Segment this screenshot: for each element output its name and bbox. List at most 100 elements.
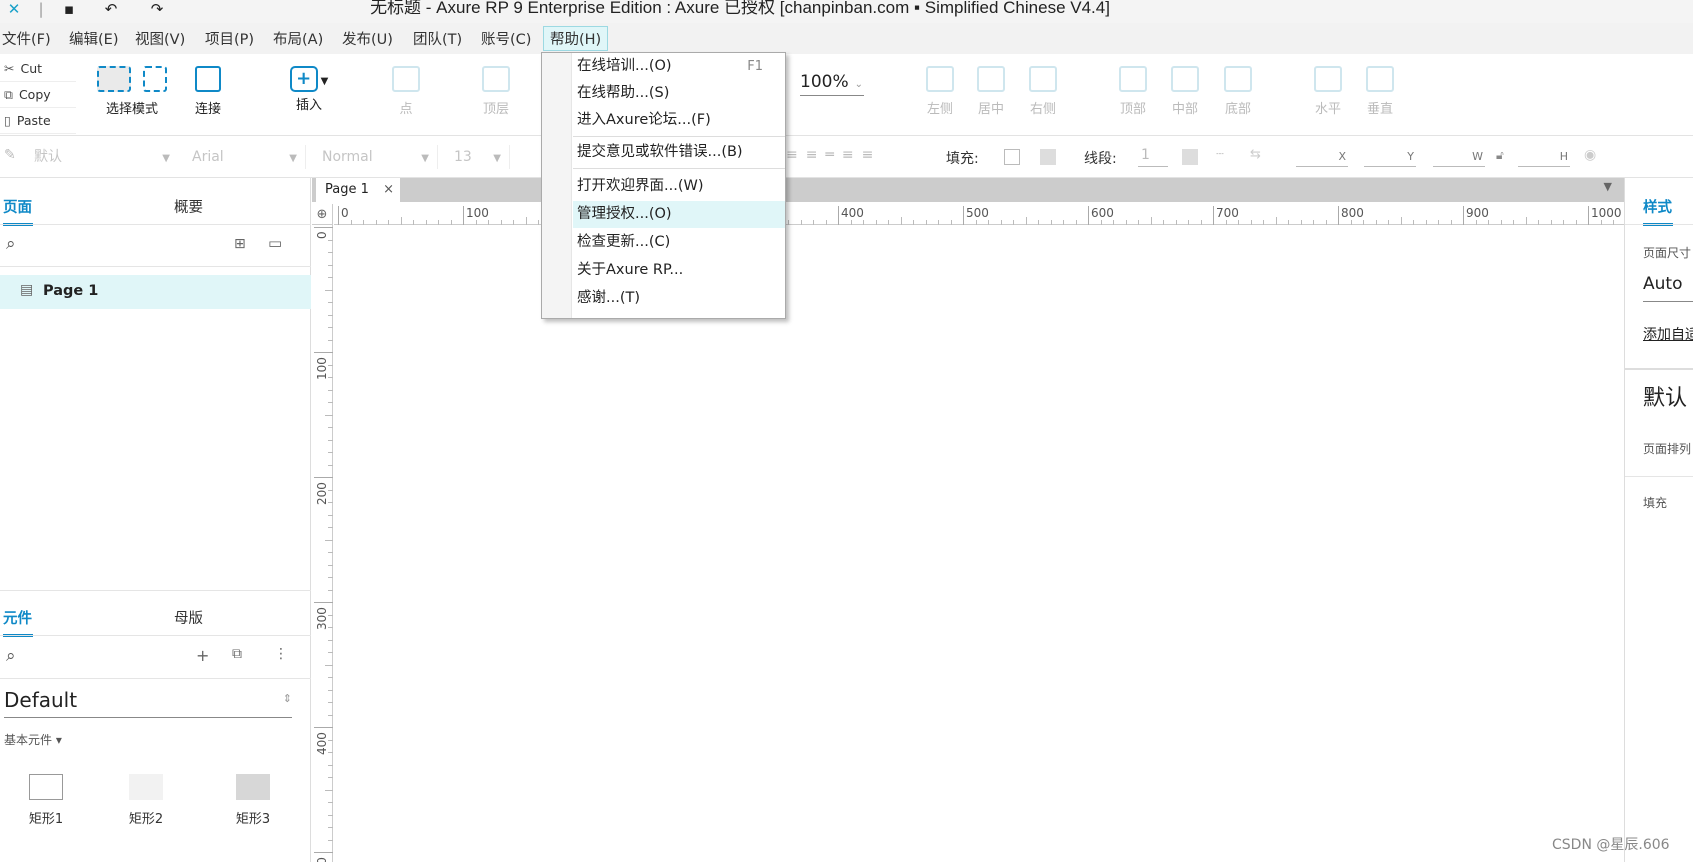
connect-button[interactable]: 连接 xyxy=(188,66,228,117)
eye-icon[interactable]: ◉ xyxy=(1584,147,1596,163)
widget-rect1[interactable]: 矩形1 xyxy=(16,774,76,827)
distribute-vertical-button[interactable]: 垂直 xyxy=(1362,66,1398,117)
ruler-minor-tick xyxy=(325,539,333,541)
distribute-horizontal-button[interactable]: 水平 xyxy=(1310,66,1346,117)
ruler-minor-tick xyxy=(1013,220,1014,225)
top-layer-button[interactable]: 顶层 xyxy=(478,66,514,117)
page-item[interactable]: ▤ Page 1 xyxy=(0,275,311,309)
menu-item-thanks[interactable]: 感谢...(T) xyxy=(573,285,785,312)
menu-item-online-help[interactable]: 在线帮助...(S) xyxy=(573,80,785,107)
menu-file[interactable]: 文件(F) xyxy=(2,28,51,49)
page-size-select[interactable]: Auto xyxy=(1643,274,1693,302)
style-edit-icon[interactable]: ✎ xyxy=(4,147,16,163)
text-align-icons[interactable]: ≡≡═≡≡ xyxy=(786,147,881,163)
ruler-label: 100 xyxy=(466,206,489,220)
paste-button[interactable]: ▯ Paste xyxy=(0,108,76,134)
window-title: 无标题 - Axure RP 9 Enterprise Edition : Ax… xyxy=(370,0,1110,17)
select-mode-button[interactable]: 选择模式 xyxy=(92,66,172,117)
menu-help[interactable]: 帮助(H) xyxy=(543,26,609,51)
x-input[interactable]: X xyxy=(1296,147,1348,167)
ruler-minor-tick xyxy=(1438,220,1439,225)
menu-project[interactable]: 项目(P) xyxy=(205,28,254,49)
ruler-minor-tick xyxy=(1513,220,1514,225)
menu-item-check-updates[interactable]: 检查更新...(C) xyxy=(573,229,785,256)
font-size-select[interactable]: 13 ▼ xyxy=(448,145,510,169)
rectangle-icon xyxy=(236,774,270,800)
style-select[interactable]: 默认 ▼ xyxy=(28,145,178,169)
chevron-down-icon: ▼ xyxy=(289,153,297,164)
font-weight-select[interactable]: Normal ▼ xyxy=(316,145,438,169)
menu-account[interactable]: 账号(C) xyxy=(481,28,531,49)
widget-rect2[interactable]: 矩形2 xyxy=(116,774,176,827)
chevron-down-icon: ⌄ xyxy=(854,79,863,90)
lock-icon[interactable]: 🔓︎ xyxy=(1496,148,1504,163)
design-canvas[interactable] xyxy=(334,226,1624,862)
crosshair-icon[interactable]: ⊕ xyxy=(312,204,333,225)
ruler-minor-tick xyxy=(500,220,502,225)
ruler-minor-tick xyxy=(328,564,333,566)
library-icon[interactable]: ⧉ xyxy=(232,646,242,662)
left-panel: 页面 概要 ⌕ ⊞ ▭ ▤ Page 1 元件 母版 ⌕ + ⧉ ⋮ Defau… xyxy=(0,178,311,862)
add-adaptive-link[interactable]: 添加自适应 xyxy=(1643,324,1693,344)
search-icon[interactable]: ⌕ xyxy=(6,234,16,254)
menu-item-welcome[interactable]: 打开欢迎界面...(W) xyxy=(573,173,785,200)
align-middle-button[interactable]: 中部 xyxy=(1167,66,1203,117)
tab-widgets[interactable]: 元件 xyxy=(3,607,33,637)
align-center-button[interactable]: 居中 xyxy=(973,66,1009,117)
menu-layout[interactable]: 布局(A) xyxy=(273,28,323,49)
add-library-icon[interactable]: + xyxy=(196,646,209,665)
align-right-button[interactable]: 右侧 xyxy=(1025,66,1061,117)
ruler-minor-tick xyxy=(328,389,333,391)
chevron-down-icon: ▼ xyxy=(493,153,501,164)
category-label[interactable]: 基本元件 ▾ xyxy=(4,731,62,748)
tab-list-chevron-icon[interactable]: ▼ xyxy=(1604,180,1612,193)
zoom-select[interactable]: 100% ⌄ xyxy=(800,72,864,96)
font-select[interactable]: Arial ▼ xyxy=(186,145,306,169)
ruler-minor-tick xyxy=(875,220,877,225)
library-select[interactable]: Default ⇕ xyxy=(4,688,292,718)
add-page-icon[interactable]: ⊞ xyxy=(234,236,246,252)
tab-outline[interactable]: 概要 xyxy=(174,196,203,217)
search-icon[interactable]: ⌕ xyxy=(6,646,16,666)
ruler-label: 0 xyxy=(315,231,329,239)
page-tab[interactable]: Page 1 × xyxy=(316,178,400,202)
fill-color-swatch[interactable] xyxy=(1004,149,1020,165)
divider xyxy=(1625,476,1693,477)
h-input[interactable]: H xyxy=(1518,147,1570,167)
w-input[interactable]: W xyxy=(1433,147,1485,167)
fill-shadow-swatch[interactable] xyxy=(1040,149,1056,165)
widget-rect3[interactable]: 矩形3 xyxy=(223,774,283,827)
menu-item-about[interactable]: 关于Axure RP... xyxy=(573,257,785,284)
ruler-minor-tick xyxy=(388,220,389,225)
close-icon[interactable]: × xyxy=(383,178,394,202)
stroke-color-swatch[interactable] xyxy=(1182,149,1198,165)
cut-button[interactable]: ✂ Cut xyxy=(0,56,76,82)
menu-publish[interactable]: 发布(U) xyxy=(342,28,393,49)
align-left-button[interactable]: 左侧 xyxy=(922,66,958,117)
point-button[interactable]: 点 xyxy=(388,66,424,117)
menu-edit[interactable]: 编辑(E) xyxy=(69,28,118,49)
menu-item-feedback[interactable]: 提交意见或软件错误...(B) xyxy=(573,139,785,166)
menu-view[interactable]: 视图(V) xyxy=(135,28,185,49)
align-top-button[interactable]: 顶部 xyxy=(1115,66,1151,117)
align-bottom-button[interactable]: 底部 xyxy=(1220,66,1256,117)
tab-masters[interactable]: 母版 xyxy=(174,607,203,628)
insert-button[interactable]: + ▼ 插入 xyxy=(286,66,332,113)
menu-team[interactable]: 团队(T) xyxy=(413,28,462,49)
menu-item-online-training[interactable]: 在线培训...(O) F1 xyxy=(573,53,785,80)
align-bottom-icon xyxy=(1224,66,1252,92)
menu-item-forum[interactable]: 进入Axure论坛...(F) xyxy=(573,107,785,134)
add-folder-icon[interactable]: ▭ xyxy=(268,234,282,252)
copy-button[interactable]: ⧉ Copy xyxy=(0,82,76,108)
arrow-style-icon[interactable]: ⇆ xyxy=(1250,147,1261,162)
menu-item-manage-license[interactable]: 管理授权...(O) xyxy=(573,201,785,228)
ruler-label: 100 xyxy=(315,357,329,380)
stroke-pattern-icon[interactable]: ┄ xyxy=(1216,147,1224,162)
tab-style[interactable]: 样式 xyxy=(1643,196,1673,226)
divider xyxy=(1625,224,1693,225)
tab-pages[interactable]: 页面 xyxy=(3,196,33,226)
stroke-width-input[interactable]: 1 xyxy=(1138,147,1168,167)
y-input[interactable]: Y xyxy=(1364,147,1416,167)
more-icon[interactable]: ⋮ xyxy=(274,646,288,662)
ruler-minor-tick xyxy=(328,614,333,616)
